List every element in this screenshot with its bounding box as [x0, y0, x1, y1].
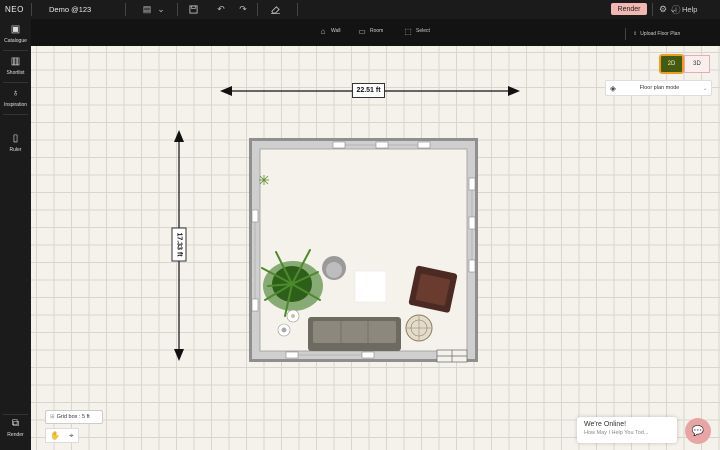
chat-widget[interactable]: We're Online! How May I Help You Tod...	[577, 417, 677, 443]
width-dimension-label[interactable]: 22.51 ft	[352, 83, 385, 98]
round-table[interactable]	[405, 314, 433, 342]
chat-icon: 💬	[691, 425, 705, 437]
grid-box-indicator: ⊞ Grid box : 5 ft	[45, 410, 103, 424]
recenter-icon[interactable]: ⌖	[69, 431, 74, 441]
coffee-table[interactable]	[354, 270, 387, 303]
layers-icon: ◈	[609, 83, 617, 93]
grid-icon: ⊞	[50, 414, 55, 420]
height-dimension-label[interactable]: 17.33 ft	[171, 227, 187, 262]
chat-button[interactable]: 💬	[685, 418, 711, 444]
floor-plan-drawing	[174, 86, 520, 363]
canvas-controls: ✋ ⌖	[45, 428, 79, 443]
chat-subtitle: How May I Help You Tod...	[584, 430, 649, 436]
side-table[interactable]	[286, 309, 300, 323]
plant-marker	[259, 175, 269, 185]
view-toggle: 2D 3D	[659, 54, 712, 74]
small-stool[interactable]	[277, 323, 291, 337]
chat-title: We're Online!	[584, 421, 627, 428]
grid-box-label: Grid box : 5 ft	[56, 414, 90, 420]
door[interactable]	[436, 349, 468, 363]
armchair[interactable]	[408, 265, 458, 313]
sofa[interactable]	[308, 317, 401, 351]
floor-plan-mode-select[interactable]: ◈ Floor plan mode ⌄	[605, 80, 712, 96]
accent-chair[interactable]	[322, 256, 346, 280]
view-3d-button[interactable]: 3D	[684, 55, 710, 73]
chevron-down-icon: ⌄	[702, 85, 708, 92]
hand-icon[interactable]: ✋	[50, 431, 60, 440]
view-2d-button[interactable]: 2D	[659, 54, 684, 74]
floor-plan-mode-label: Floor plan mode	[639, 85, 680, 91]
